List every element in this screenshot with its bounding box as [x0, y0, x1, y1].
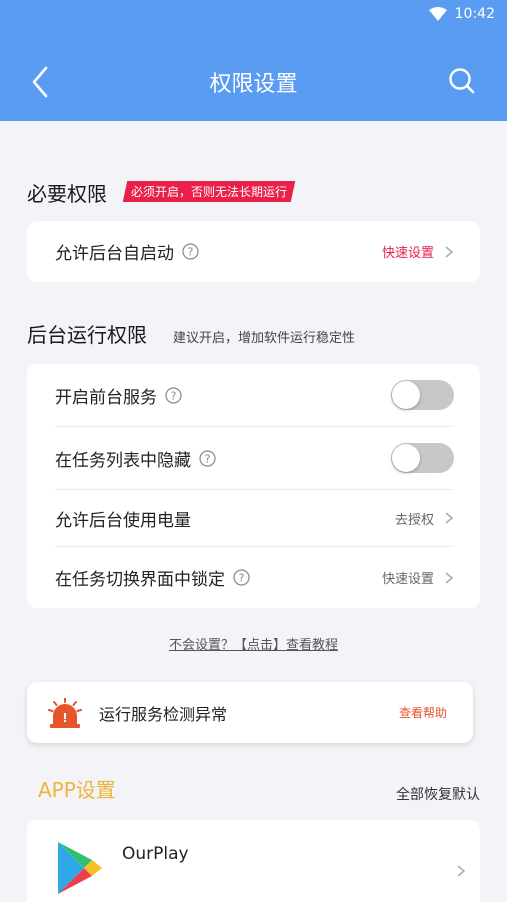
battery-usage-row[interactable]: 允许后台使用电量 去授权 — [27, 490, 480, 546]
battery-authorize-link[interactable]: 去授权 — [395, 509, 434, 528]
chevron-right-icon — [445, 512, 454, 524]
required-badge-text: 必须开启，否则无法长期运行 — [131, 185, 288, 199]
svg-text:!: ! — [62, 711, 67, 725]
app-header: 10:42 权限设置 — [0, 0, 507, 121]
autostart-row[interactable]: 允许后台自启动 ? 快速设置 — [27, 221, 480, 282]
foreground-service-label: 开启前台服务 — [55, 387, 157, 408]
hide-in-tasks-label: 在任务列表中隐藏 — [55, 450, 191, 471]
status-time: 10:42 — [454, 6, 495, 22]
tutorial-link[interactable]: 不会设置？【点击】查看教程 — [0, 634, 507, 653]
autostart-label: 允许后台自启动 — [55, 244, 174, 264]
help-icon[interactable]: ? — [182, 243, 199, 260]
tutorial-link-text[interactable]: 不会设置？【点击】查看教程 — [169, 638, 338, 653]
lock-in-recents-label: 在任务切换界面中锁定 — [55, 570, 225, 590]
foreground-service-toggle[interactable] — [391, 380, 454, 410]
required-badge: 必须开启，否则无法长期运行 — [122, 181, 296, 202]
app-item-card[interactable]: OurPlay — [27, 820, 480, 902]
background-section-title: 后台运行权限 — [27, 323, 147, 347]
hide-in-tasks-toggle[interactable] — [391, 443, 454, 473]
wifi-icon — [428, 7, 447, 21]
required-section-title: 必要权限 — [27, 182, 107, 206]
chevron-right-icon — [445, 245, 454, 258]
page-title: 权限设置 — [209, 72, 298, 97]
hide-in-tasks-row: 在任务列表中隐藏 ? — [27, 427, 480, 489]
help-icon[interactable]: ? — [233, 569, 250, 586]
svg-text:?: ? — [171, 389, 177, 402]
app-name: OurPlay — [122, 844, 189, 864]
background-section-subtitle: 建议开启，增加软件运行稳定性 — [173, 331, 356, 346]
autostart-quick-setup[interactable]: 快速设置 — [382, 242, 434, 261]
svg-text:?: ? — [205, 452, 211, 465]
help-icon[interactable]: ? — [165, 386, 182, 404]
search-icon[interactable] — [447, 66, 477, 96]
chevron-right-icon — [445, 571, 454, 584]
service-alert-card[interactable]: ! 运行服务检测异常 查看帮助 — [27, 682, 473, 743]
background-card: 开启前台服务 ? 在任务列表中隐藏 ? 允许后台使用电量 去授权 在任务切换界面… — [27, 364, 480, 608]
foreground-service-row: 开启前台服务 ? — [27, 364, 480, 426]
app-settings-title: APP设置 — [38, 778, 116, 802]
alert-text: 运行服务检测异常 — [99, 704, 228, 724]
battery-usage-label: 允许后台使用电量 — [55, 510, 191, 531]
chevron-right-icon — [457, 865, 466, 877]
view-help-link[interactable]: 查看帮助 — [399, 704, 447, 721]
status-bar: 10:42 — [428, 0, 507, 28]
svg-text:?: ? — [239, 572, 245, 585]
play-store-icon — [58, 842, 102, 894]
restore-defaults-button[interactable]: 全部恢复默认 — [396, 784, 480, 804]
lock-in-recents-row[interactable]: 在任务切换界面中锁定 ? 快速设置 — [27, 547, 480, 608]
svg-text:?: ? — [188, 246, 194, 259]
required-card: 允许后台自启动 ? 快速设置 — [27, 221, 480, 282]
lock-quick-setup-link[interactable]: 快速设置 — [382, 568, 434, 587]
alarm-siren-icon: ! — [48, 697, 82, 728]
help-icon[interactable]: ? — [199, 449, 216, 467]
